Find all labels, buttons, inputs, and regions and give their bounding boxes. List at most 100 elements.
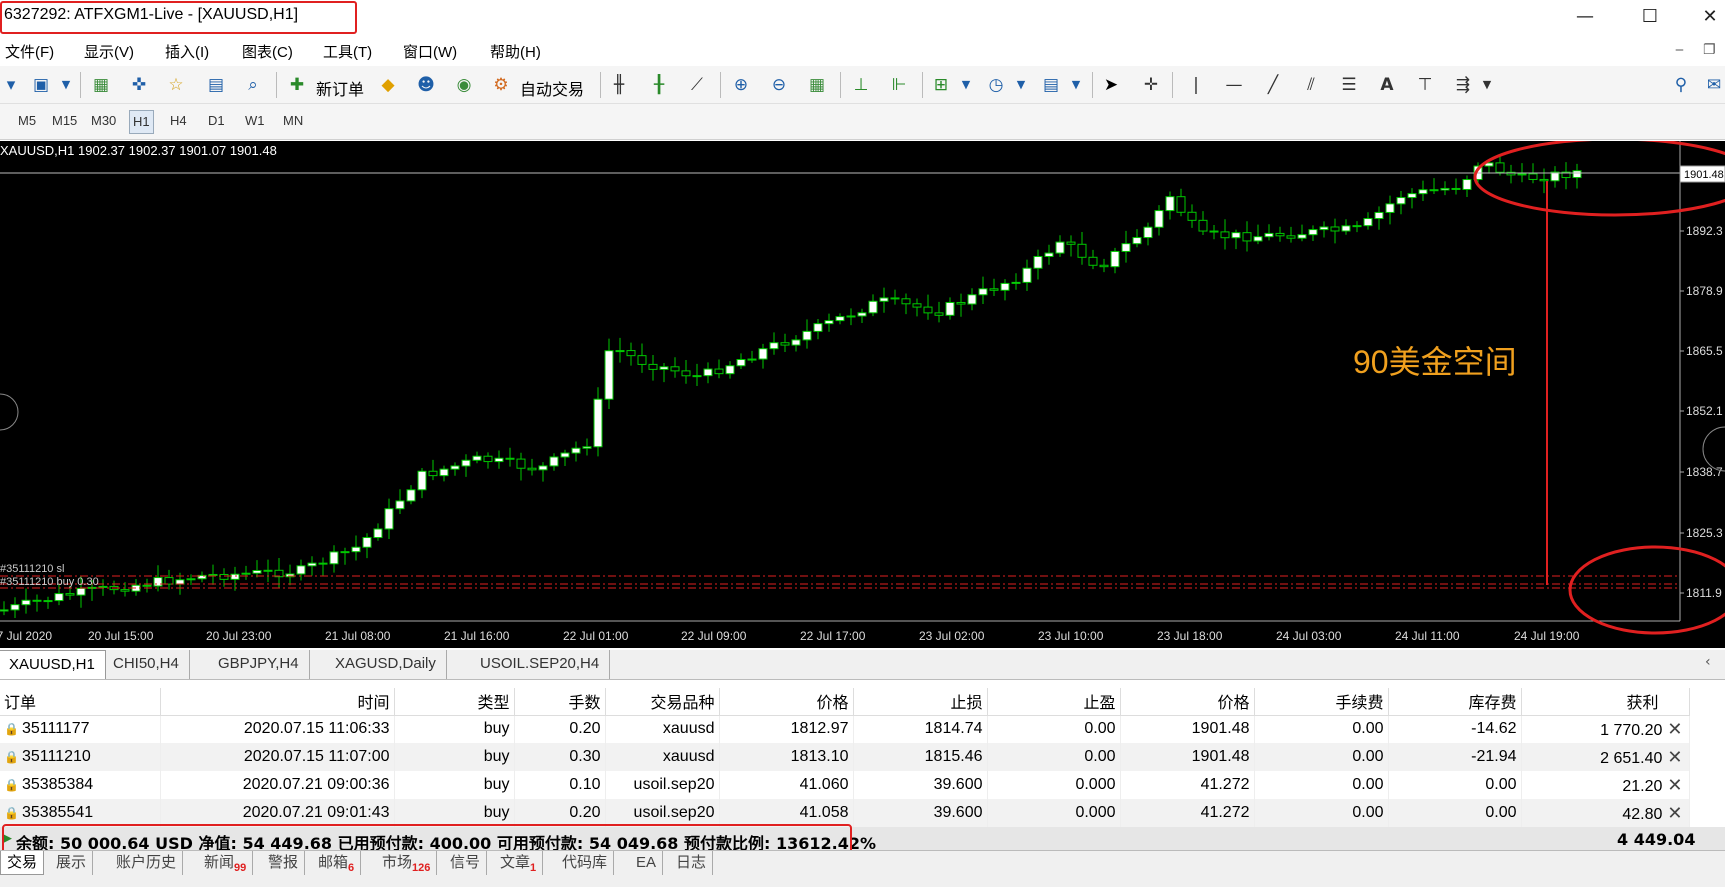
periods-clock-icon[interactable]: ◷	[985, 74, 1007, 96]
templates-icon[interactable]: ▤	[1040, 74, 1062, 96]
crosshair-icon[interactable]: ✛	[1140, 74, 1162, 96]
col-time[interactable]: 时间	[160, 688, 395, 716]
fibonacci-icon[interactable]: ☰	[1338, 74, 1360, 96]
strategy-tester-icon[interactable]: ⌕	[242, 74, 264, 96]
table-row[interactable]: 🔒 35385541 2020.07.21 09:01:43 buy 0.20 usoil…	[0, 799, 1690, 827]
candlestick-icon[interactable]: ╂	[648, 74, 670, 96]
terminal-tab[interactable]: 文章1	[494, 851, 544, 875]
menu-file[interactable]: 文件(F)	[5, 41, 54, 62]
arrows-icon[interactable]: ⇶	[1452, 74, 1474, 96]
period-mn[interactable]: MN	[283, 113, 303, 128]
metaeditor-icon[interactable]: ◆	[377, 74, 399, 96]
terminal-tab[interactable]: EA	[630, 851, 664, 875]
users-icon[interactable]: ☻	[415, 74, 437, 96]
close-button[interactable]: ✕	[1690, 2, 1725, 32]
col-profit[interactable]: 获利	[1521, 688, 1690, 716]
mdi-restore-icon[interactable]: ❐	[1703, 42, 1716, 58]
equidistant-channel-icon[interactable]: ⫽	[1300, 74, 1322, 96]
close-order-icon[interactable]: ✕	[1662, 747, 1682, 767]
text-icon[interactable]: A	[1376, 74, 1398, 96]
profiles-icon[interactable]: ▾	[0, 74, 22, 96]
horizontal-line-icon[interactable]: —	[1223, 74, 1245, 96]
period-m30[interactable]: M30	[91, 113, 116, 128]
table-row[interactable]: 🔒 35385384 2020.07.21 09:00:36 buy 0.10 usoil…	[0, 771, 1690, 799]
col-order[interactable]: 订单	[0, 688, 161, 716]
col-take-profit[interactable]: 止盈	[987, 688, 1121, 716]
terminal-tab[interactable]: 邮箱6	[312, 851, 362, 875]
navigator-crosshair-icon[interactable]: ✜	[128, 74, 150, 96]
minimize-button[interactable]: —	[1565, 2, 1605, 32]
terminal-tab[interactable]: 展示	[50, 851, 94, 875]
chart-tab-xauusd[interactable]: XAUUSD,H1	[0, 650, 106, 679]
auto-trading-icon[interactable]: ⚙	[490, 74, 512, 96]
chart-tab-xagusd[interactable]: XAGUSD,Daily	[325, 650, 447, 679]
menu-help[interactable]: 帮助(H)	[490, 41, 541, 62]
period-h4[interactable]: H4	[170, 113, 187, 128]
trendline-icon[interactable]: ╱	[1262, 74, 1284, 96]
period-m5[interactable]: M5	[18, 113, 36, 128]
table-row[interactable]: 🔒 35111177 2020.07.15 11:06:33 buy 0.20 xauus…	[0, 715, 1690, 743]
col-symbol[interactable]: 交易品种	[605, 688, 720, 716]
vertical-line-icon[interactable]: |	[1185, 74, 1207, 96]
chat-icon[interactable]: ✉	[1703, 74, 1725, 96]
table-row[interactable]: 🔒 35111210 2020.07.15 11:07:00 buy 0.30 xauus…	[0, 743, 1690, 771]
period-h1[interactable]: H1	[129, 110, 154, 134]
favorites-icon[interactable]: ☆	[165, 74, 187, 96]
menu-window[interactable]: 窗口(W)	[403, 41, 457, 62]
cursor-icon[interactable]: ➤	[1100, 74, 1122, 96]
templates-dropdown-icon[interactable]: ▼	[1065, 74, 1087, 96]
dropdown-arrow-icon[interactable]: ▼	[55, 74, 77, 96]
terminal-tab[interactable]: 市场126	[376, 851, 438, 875]
menu-charts[interactable]: 图表(C)	[242, 41, 293, 62]
terminal-tab[interactable]: 警报	[262, 851, 306, 875]
chart-tab-chi50[interactable]: CHI50,H4	[103, 650, 190, 679]
periods-dropdown-icon[interactable]: ▼	[1010, 74, 1032, 96]
bar-chart-icon[interactable]: ╫	[608, 74, 630, 96]
col-swap[interactable]: 库存费	[1388, 688, 1522, 716]
market-watch-icon[interactable]: ▦	[90, 74, 112, 96]
auto-trading-button[interactable]: 自动交易	[520, 76, 584, 100]
menu-tools[interactable]: 工具(T)	[323, 41, 372, 62]
new-order-button[interactable]: 新订单	[316, 76, 364, 100]
close-order-icon[interactable]: ✕	[1662, 803, 1682, 823]
indicators-dropdown-icon[interactable]: ▼	[955, 74, 977, 96]
chart-tab-usoil[interactable]: USOIL.SEP20,H4	[470, 650, 611, 679]
col-type[interactable]: 类型	[394, 688, 515, 716]
data-window-icon[interactable]: ▤	[205, 74, 227, 96]
col-lots[interactable]: 手数	[514, 688, 606, 716]
menu-view[interactable]: 显示(V)	[84, 41, 134, 62]
zoom-out-icon[interactable]: ⊖	[768, 74, 790, 96]
line-chart-icon[interactable]: ⟋	[686, 74, 708, 96]
chart-tab-gbpjpy[interactable]: GBPJPY,H4	[208, 650, 310, 679]
period-d1[interactable]: D1	[208, 113, 225, 128]
terminal-tab[interactable]: 日志	[670, 851, 714, 875]
indicators-icon[interactable]: ⊞	[930, 74, 952, 96]
terminal-tab[interactable]: 交易	[0, 851, 45, 875]
zoom-in-icon[interactable]: ⊕	[730, 74, 752, 96]
terminal-tab[interactable]: 代码库	[556, 851, 615, 875]
terminal-tab[interactable]: 新闻99	[198, 851, 254, 875]
period-w1[interactable]: W1	[245, 113, 265, 128]
price-chart[interactable]: XAUUSD,H1 1902.37 1902.37 1901.07 1901.4…	[0, 141, 1725, 648]
close-order-icon[interactable]: ✕	[1662, 719, 1682, 739]
arrows-dropdown-icon[interactable]: ▼	[1476, 74, 1498, 96]
chart-shift-icon[interactable]: ⊩	[888, 74, 910, 96]
col-commission[interactable]: 手续费	[1254, 688, 1389, 716]
mdi-minimize-icon[interactable]: ‒	[1675, 42, 1684, 58]
maximize-button[interactable]: ☐	[1630, 2, 1670, 32]
col-open-price[interactable]: 价格	[719, 688, 854, 716]
tabs-scroll-icon[interactable]: ‹	[1705, 654, 1711, 670]
search-icon[interactable]: ⚲	[1670, 74, 1692, 96]
menu-insert[interactable]: 插入(I)	[165, 41, 209, 62]
new-order-icon[interactable]: ✚	[286, 74, 308, 96]
tile-windows-icon[interactable]: ▦	[806, 74, 828, 96]
text-label-icon[interactable]: ⊤	[1414, 74, 1436, 96]
terminal-tab[interactable]: 账户历史	[110, 851, 184, 875]
auto-scroll-icon[interactable]: ⊥	[850, 74, 872, 96]
period-m15[interactable]: M15	[52, 113, 77, 128]
col-current-price[interactable]: 价格	[1120, 688, 1255, 716]
new-chart-icon[interactable]: ▣	[30, 74, 52, 96]
close-order-icon[interactable]: ✕	[1662, 775, 1682, 795]
vps-icon[interactable]: ◉	[453, 74, 475, 96]
terminal-tab[interactable]: 信号	[444, 851, 488, 875]
